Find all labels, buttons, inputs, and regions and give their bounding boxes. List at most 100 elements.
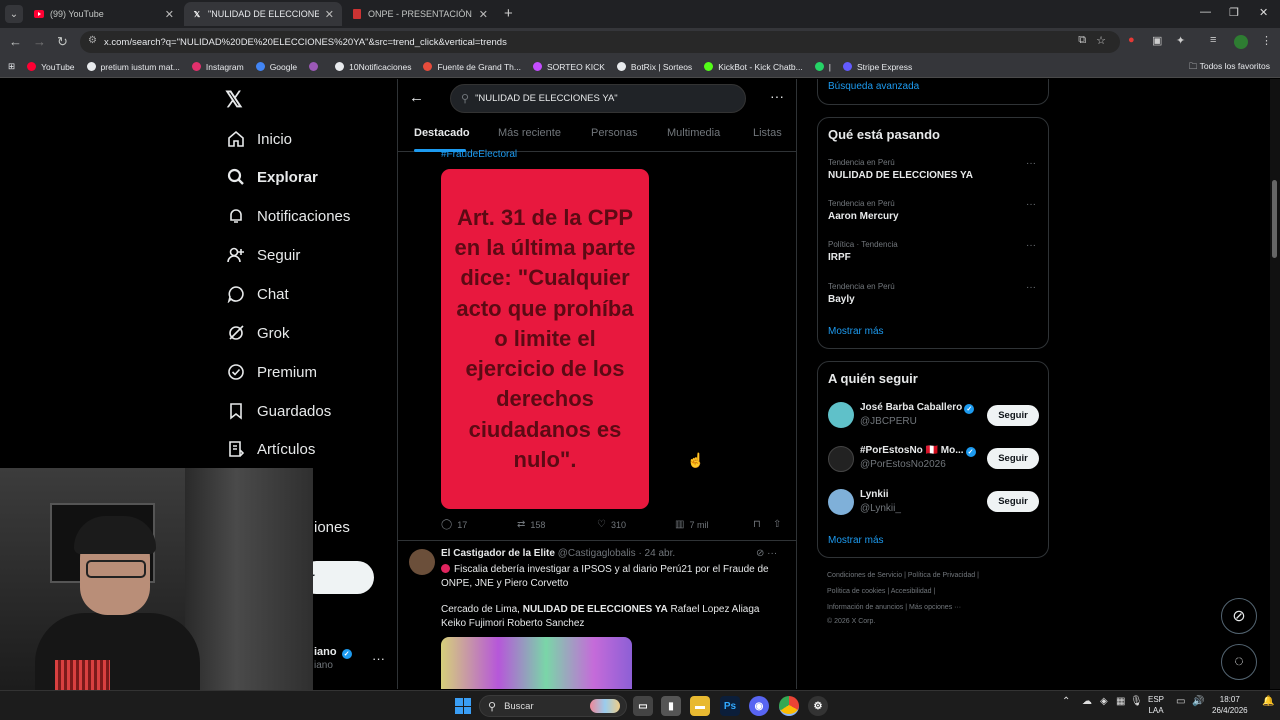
tab-multimedia[interactable]: Multimedia xyxy=(667,127,720,139)
menu-dots-icon[interactable]: ⋮ xyxy=(1261,34,1272,47)
author-name[interactable]: El Castigador de la Elite xyxy=(441,548,555,559)
bookmark-google[interactable]: Google xyxy=(255,62,297,72)
tray-icon[interactable]: ☁ xyxy=(1082,696,1092,707)
x-logo-icon[interactable]: 𝕏 xyxy=(225,87,243,113)
apps-icon[interactable]: ⊞ xyxy=(8,61,15,72)
avatar[interactable] xyxy=(828,402,854,428)
bookmark-button[interactable]: ⊓ xyxy=(753,519,766,530)
views-button[interactable]: ▥ 7 mil xyxy=(675,519,708,530)
show-more-link[interactable]: Mostrar más xyxy=(828,326,884,337)
search-input[interactable]: ⚲ "NULIDAD DE ELECCIONES YA" xyxy=(450,84,746,113)
sidebar-item-guardados[interactable]: Guardados xyxy=(226,399,331,423)
retweet-button[interactable]: ⇄ 158 xyxy=(517,519,545,530)
app-icon[interactable]: ▮ xyxy=(661,696,681,716)
tab-destacado[interactable]: Destacado xyxy=(414,127,470,139)
reload-button[interactable]: ↻ xyxy=(57,34,68,50)
footer-link[interactable]: Condiciones de Servicio xyxy=(827,572,902,579)
restore-button[interactable]: ❐ xyxy=(1229,6,1239,19)
language-indicator[interactable]: ESP LAA xyxy=(1148,694,1164,716)
site-info-icon[interactable]: ⚙ xyxy=(88,35,97,46)
profile-name[interactable]: iano ✓ xyxy=(314,646,352,659)
footer-link[interactable]: Política de cookies xyxy=(827,588,885,595)
hashtag-link[interactable]: #FraudeElectoral xyxy=(441,149,517,160)
follow-button[interactable]: Seguir xyxy=(987,405,1039,426)
install-icon[interactable]: ⧉ xyxy=(1078,34,1086,47)
more-icon[interactable]: ··· xyxy=(1026,158,1036,169)
trend-name[interactable]: IRPF xyxy=(828,252,851,263)
sidebar-item-seguir[interactable]: Seguir xyxy=(226,243,300,267)
grok-button[interactable]: ⊘ xyxy=(1221,598,1257,634)
sidebar-item-premium[interactable]: Premium xyxy=(226,360,317,384)
extension-icon[interactable]: ▣ xyxy=(1152,34,1162,47)
show-more-link[interactable]: Mostrar más xyxy=(828,535,884,546)
file-explorer-icon[interactable]: ▬ xyxy=(690,696,710,716)
bookmark-fuente[interactable]: Fuente de Grand Th... xyxy=(423,62,521,72)
network-icon[interactable]: ▭ xyxy=(1176,696,1185,707)
tweet-hashtag-bold[interactable]: NULIDAD DE ELECCIONES YA xyxy=(523,604,668,615)
star-icon[interactable]: ☆ xyxy=(1096,34,1106,47)
sidebar-item-chat[interactable]: Chat xyxy=(226,282,289,306)
scrollbar-thumb[interactable] xyxy=(1272,180,1277,258)
tab-personas[interactable]: Personas xyxy=(591,127,637,139)
follow-name[interactable]: José Barba Caballero ✓ xyxy=(860,402,975,414)
all-bookmarks[interactable]: 🗀 Todos los favoritos xyxy=(1189,61,1270,75)
avatar[interactable] xyxy=(828,489,854,515)
advanced-search-link[interactable]: Búsqueda avanzada xyxy=(828,81,919,92)
tray-icon[interactable]: ▦ xyxy=(1116,696,1125,707)
trend-name[interactable]: Bayly xyxy=(828,294,855,305)
tab-onpe[interactable]: ONPE - PRESENTACIÓN DE RE: ✕ xyxy=(344,2,496,26)
scrollbar[interactable] xyxy=(1270,79,1280,689)
sidebar-item-explorar[interactable]: Explorar xyxy=(226,165,318,189)
task-view-icon[interactable]: ▭ xyxy=(633,696,653,716)
follow-name[interactable]: Lynkii xyxy=(860,489,889,500)
close-icon[interactable]: ✕ xyxy=(479,8,488,21)
forward-button[interactable]: → xyxy=(33,34,46,49)
share-button[interactable]: ⇧ xyxy=(773,519,786,530)
clock[interactable]: 18:07 26/4/2026 xyxy=(1212,694,1248,716)
app-icon[interactable]: ⚙ xyxy=(808,696,828,716)
tweet-image[interactable] xyxy=(441,637,632,689)
more-icon[interactable]: ··· xyxy=(770,88,784,104)
tab-x-search[interactable]: 𝕏 "NULIDAD DE ELECCIONES YA" ✕ xyxy=(184,2,342,26)
more-icon[interactable]: ··· xyxy=(767,548,777,559)
bookmark-pretium[interactable]: pretium iustum mat... xyxy=(86,62,180,72)
volume-icon[interactable]: 🔊 xyxy=(1192,696,1204,707)
bookmark-extension[interactable] xyxy=(309,62,323,71)
bookmark-10notificaciones[interactable]: 10Notificaciones xyxy=(335,62,411,72)
tweet-image[interactable]: Art. 31 de la CPP en la última parte dic… xyxy=(441,169,649,509)
bookmark-kickbot[interactable]: KickBot - Kick Chatb... xyxy=(704,62,803,72)
sidebar-item-partial[interactable]: iones xyxy=(314,515,350,539)
bookmark-stripe[interactable]: Stripe Express xyxy=(842,62,912,72)
bookmark-youtube[interactable]: YouTube xyxy=(27,62,75,72)
new-tab-button[interactable]: + xyxy=(504,5,513,22)
close-window-button[interactable]: ✕ xyxy=(1259,6,1268,19)
notification-icon[interactable]: 🔔 xyxy=(1262,696,1274,707)
avatar[interactable] xyxy=(828,446,854,472)
trend-name[interactable]: NULIDAD DE ELECCIONES YA xyxy=(828,170,973,181)
tweet-date[interactable]: · 24 abr. xyxy=(638,548,675,559)
bookmark-instagram[interactable]: Instagram xyxy=(191,62,244,72)
sidebar-item-inicio[interactable]: Inicio xyxy=(226,127,292,151)
media-icon[interactable]: ≡ xyxy=(1210,34,1216,46)
follow-button[interactable]: Seguir xyxy=(987,448,1039,469)
tab-mas-reciente[interactable]: Más reciente xyxy=(498,127,561,139)
more-icon[interactable]: ··· xyxy=(372,651,385,666)
bookmark-botrix[interactable]: BotRix | Sorteos xyxy=(616,62,692,72)
footer-link[interactable]: Información de anuncios xyxy=(827,604,903,611)
tab-listas[interactable]: Listas xyxy=(753,127,782,139)
tab-search-button[interactable]: ⌄ xyxy=(5,5,23,23)
back-arrow-icon[interactable]: ← xyxy=(409,89,424,106)
minimize-button[interactable]: — xyxy=(1200,6,1211,18)
footer-link[interactable]: Política de Privacidad xyxy=(908,572,975,579)
footer-link[interactable]: Accesibilidad xyxy=(891,588,932,595)
avatar[interactable] xyxy=(409,549,435,575)
sidebar-item-articulos[interactable]: Artículos xyxy=(226,437,315,461)
trend-name[interactable]: Aaron Mercury xyxy=(828,211,899,222)
footer-link[interactable]: Más opciones ··· xyxy=(909,604,961,611)
close-icon[interactable]: ✕ xyxy=(325,8,334,21)
follow-name[interactable]: #PorEstosNo 🇵🇪 Mo... ✓ xyxy=(860,445,976,457)
close-icon[interactable]: ✕ xyxy=(165,8,174,21)
author-handle[interactable]: @Castigaglobalis xyxy=(558,548,636,559)
photoshop-icon[interactable]: Ps xyxy=(720,696,740,716)
grok-icon[interactable]: ⊘ xyxy=(756,548,764,559)
